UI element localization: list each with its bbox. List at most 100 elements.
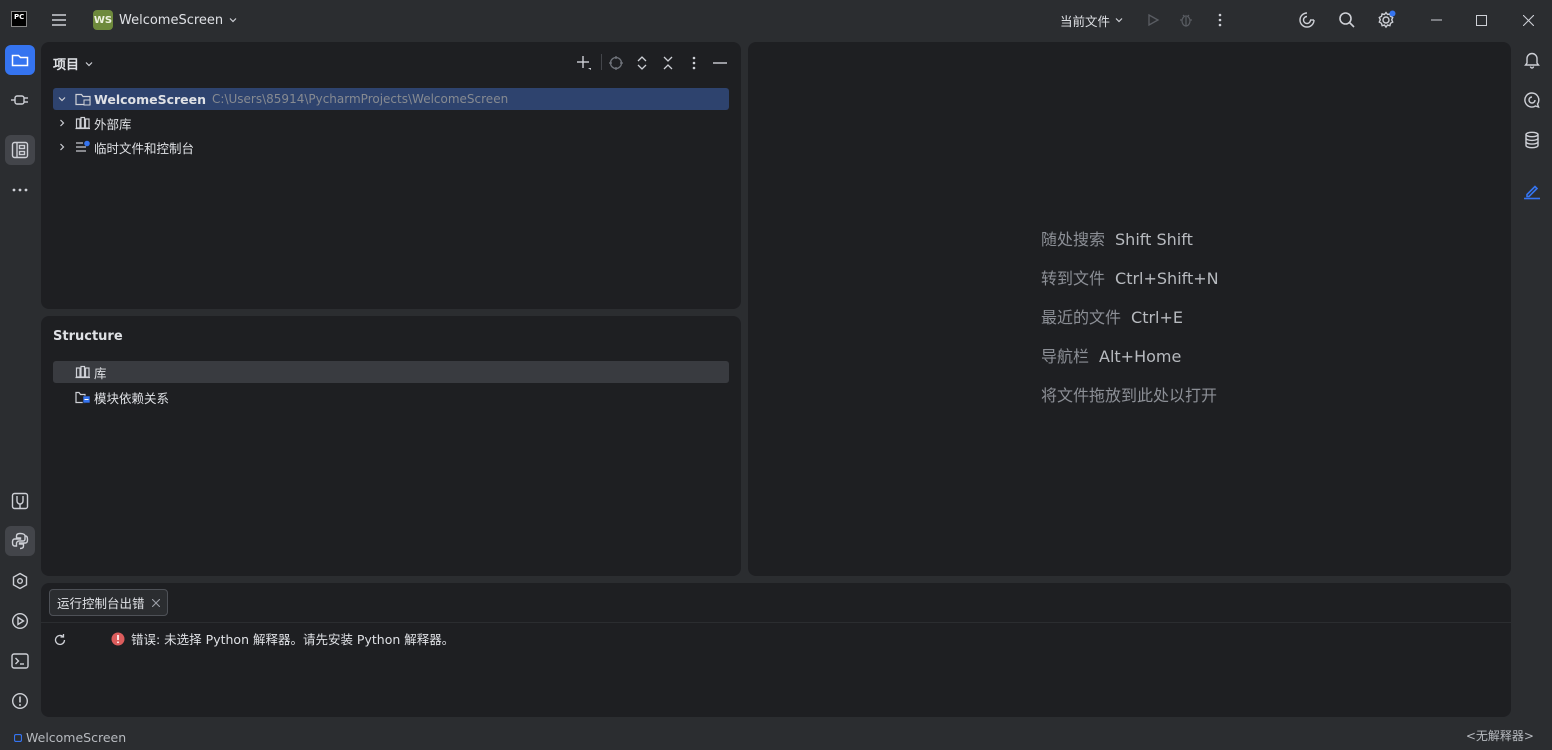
tree-row-label: 临时文件和控制台 <box>94 140 195 156</box>
tree-row-scratches[interactable]: 临时文件和控制台 <box>53 136 729 158</box>
python-packages-button[interactable] <box>5 486 35 516</box>
plugin-icon <box>10 93 30 107</box>
ai-chat-icon <box>1523 91 1541 109</box>
python-console-icon <box>11 532 29 550</box>
python-packages-icon <box>11 492 29 510</box>
more-vertical-icon[interactable] <box>684 53 704 73</box>
project-switcher[interactable]: WS WelcomeScreen <box>93 10 238 30</box>
close-button[interactable] <box>1505 0 1551 40</box>
hint-shortcut: Ctrl+Shift+N <box>1115 269 1219 288</box>
app-logo[interactable]: PC <box>11 11 27 27</box>
hint-shortcut: Shift Shift <box>1115 230 1193 249</box>
status-project[interactable]: WelcomeScreen <box>14 730 126 745</box>
services-button[interactable] <box>5 566 35 596</box>
hamburger-menu-icon[interactable] <box>49 10 69 30</box>
maximize-icon <box>1475 14 1487 26</box>
hint-label: 转到文件 <box>1041 269 1106 288</box>
project-badge: WS <box>93 10 113 30</box>
more-vertical-icon[interactable] <box>1210 10 1230 30</box>
problems-icon <box>11 692 29 710</box>
chevron-down-icon <box>228 15 238 25</box>
ai-chat-button[interactable] <box>1517 85 1547 115</box>
hint-navigation-bar: 导航栏 Alt+Home <box>1041 343 1181 367</box>
tree-row-external-libraries[interactable]: 外部库 <box>53 112 729 134</box>
run-panel-divider <box>41 622 1511 623</box>
run-config-selector[interactable]: 当前文件 <box>1060 10 1124 30</box>
chevron-right-icon[interactable] <box>57 118 67 128</box>
project-status-icon <box>14 733 22 742</box>
terminal-button[interactable] <box>5 646 35 676</box>
project-tool-button[interactable] <box>5 45 35 75</box>
close-icon <box>1522 14 1534 26</box>
problems-button[interactable] <box>5 686 35 716</box>
scratches-icon <box>75 140 91 154</box>
settings-icon[interactable] <box>1376 10 1396 30</box>
expand-all-icon[interactable] <box>632 53 652 73</box>
minimize-button[interactable] <box>1413 0 1459 40</box>
module-dependencies-icon <box>75 390 91 404</box>
structure-item-module-dependencies[interactable]: 模块依赖关系 <box>53 386 729 408</box>
search-icon[interactable] <box>1337 10 1357 30</box>
run-config-label: 当前文件 <box>1060 13 1111 29</box>
hint-label: 导航栏 <box>1041 347 1090 366</box>
hint-recent-files: 最近的文件 Ctrl+E <box>1041 304 1183 328</box>
hint-label: 将文件拖放到此处以打开 <box>1041 386 1218 405</box>
structure-tool-button[interactable] <box>5 135 35 165</box>
run-tab[interactable]: 运行控制台出错 <box>49 589 168 616</box>
collapse-all-icon[interactable] <box>658 53 678 73</box>
project-folder-icon <box>75 92 91 106</box>
structure-item-libraries[interactable]: 库 <box>53 361 729 383</box>
tree-row-project-root[interactable]: WelcomeScreen C:\Users\85914\PycharmProj… <box>53 88 729 110</box>
library-icon <box>75 116 91 130</box>
run-tool-button[interactable] <box>5 606 35 636</box>
chevron-right-icon[interactable] <box>57 142 67 152</box>
library-icon <box>75 365 91 379</box>
tree-row-label: 外部库 <box>94 116 132 132</box>
project-name: WelcomeScreen <box>119 12 224 28</box>
structure-icon <box>11 141 29 159</box>
hide-panel-icon[interactable] <box>710 53 730 73</box>
hint-shortcut: Alt+Home <box>1099 347 1182 366</box>
hint-drop-files: 将文件拖放到此处以打开 <box>1041 382 1217 406</box>
maximize-button[interactable] <box>1458 0 1504 40</box>
structure-panel-title: Structure <box>53 329 123 344</box>
more-tools-button[interactable] <box>5 175 35 205</box>
run-icon[interactable] <box>1143 10 1163 30</box>
hint-go-to-file: 转到文件 Ctrl+Shift+N <box>1041 265 1219 289</box>
pen-icon <box>1523 182 1541 200</box>
status-interpreter[interactable]: <无解释器> <box>1466 727 1534 744</box>
right-tool-strip <box>1513 40 1552 718</box>
structure-item-label: 库 <box>94 365 107 381</box>
error-message: 错误: 未选择 Python 解释器。请先安装 Python 解释器。 <box>131 632 455 647</box>
database-button[interactable] <box>1517 125 1547 155</box>
error-line: 错误: 未选择 Python 解释器。请先安装 Python 解释器。 <box>111 629 454 648</box>
run-tab-label: 运行控制台出错 <box>57 596 145 611</box>
run-icon <box>11 612 29 630</box>
notifications-icon <box>1524 51 1540 69</box>
plugins-tool-button[interactable] <box>5 85 35 115</box>
debug-icon[interactable] <box>1176 10 1196 30</box>
folder-icon <box>11 52 29 68</box>
project-panel-title: 项目 <box>53 58 80 73</box>
status-project-name: WelcomeScreen <box>26 730 127 745</box>
pen-tool-button[interactable] <box>1517 176 1547 206</box>
tree-row-path: C:\Users\85914\PycharmProjects\WelcomeSc… <box>212 92 509 106</box>
rerun-icon[interactable] <box>52 632 68 648</box>
run-panel <box>41 583 1511 717</box>
chevron-down-icon[interactable] <box>57 94 67 104</box>
project-view-selector[interactable]: 项目 <box>53 54 94 73</box>
ai-assistant-icon[interactable] <box>1297 10 1317 30</box>
pycharm-logo-icon: PC <box>11 11 27 27</box>
locate-icon[interactable] <box>606 53 626 73</box>
left-tool-strip <box>0 40 40 718</box>
notifications-button[interactable] <box>1517 45 1547 75</box>
hint-label: 随处搜索 <box>1041 230 1106 249</box>
python-console-button[interactable] <box>5 526 35 556</box>
structure-item-label: 模块依赖关系 <box>94 390 170 406</box>
add-icon[interactable] <box>574 53 594 73</box>
close-tab-icon[interactable] <box>151 598 160 607</box>
title-bar: PC WS WelcomeScreen 当前文件 <box>0 0 1552 40</box>
project-panel: 项目 WelcomeScreen C:\Users\85914\PycharmP… <box>41 42 741 309</box>
services-icon <box>11 572 29 590</box>
structure-panel: Structure 库 模块依赖关系 <box>41 316 741 576</box>
